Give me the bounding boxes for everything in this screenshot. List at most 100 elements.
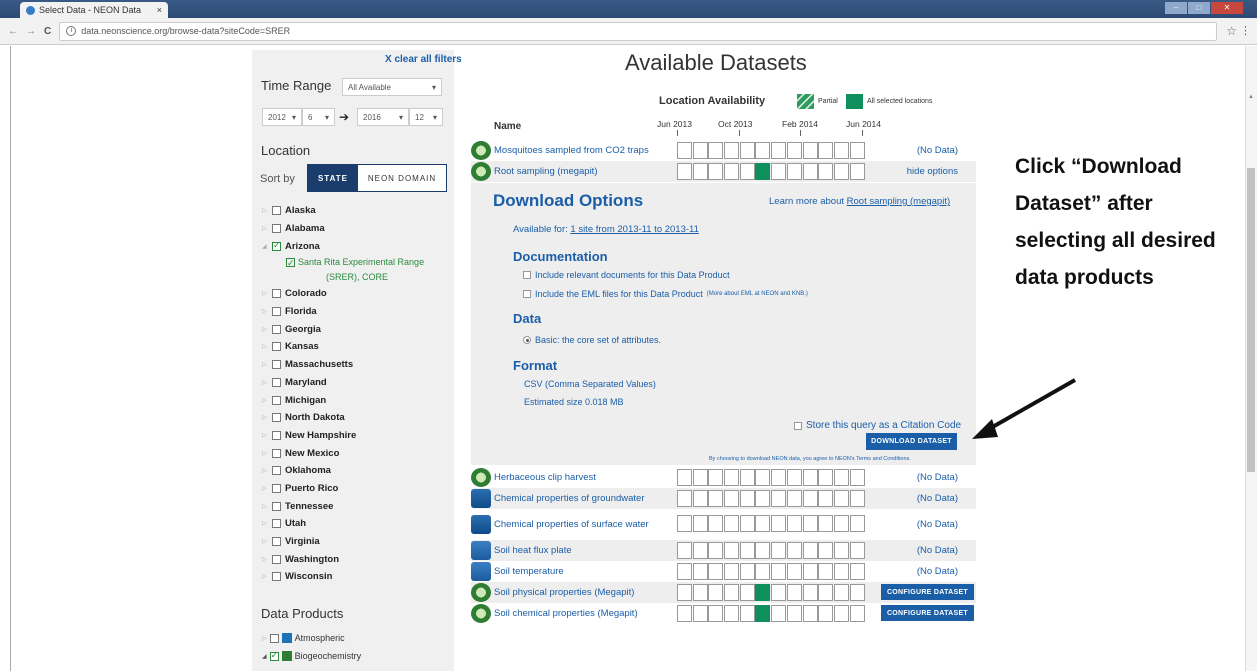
checkbox[interactable] — [269, 650, 279, 661]
eml-more-info[interactable]: (More about EML at NEON and KNB.) — [707, 291, 808, 297]
configure-dataset-button[interactable]: CONFIGURE DATASET — [880, 584, 974, 600]
state-checkbox[interactable] — [272, 466, 281, 476]
collapse-arrow-icon[interactable]: ◢ — [262, 653, 267, 660]
site-info-icon[interactable]: i — [66, 26, 77, 36]
state-item[interactable]: ▷ Florida — [262, 303, 450, 321]
tab-close-icon[interactable]: × — [157, 5, 162, 15]
store-query-checkbox[interactable] — [794, 421, 802, 430]
dataset-name-link[interactable]: Soil heat flux plate — [494, 545, 676, 556]
expand-arrow-icon[interactable]: ▷ — [262, 290, 272, 297]
available-sites-link[interactable]: 1 site from 2013-11 to 2013-11 — [570, 224, 699, 235]
sort-state-button[interactable]: STATE — [308, 165, 358, 191]
dp-item-biogeochemistry[interactable]: ◢ Biogeochemistry — [262, 650, 361, 661]
expand-arrow-icon[interactable]: ▷ — [262, 326, 272, 333]
state-checkbox[interactable] — [272, 206, 281, 216]
dataset-name-link[interactable]: Soil physical properties (Megapit) — [494, 587, 676, 598]
state-item[interactable]: ▷ Tennessee — [262, 497, 450, 515]
state-checkbox[interactable] — [272, 377, 281, 387]
state-item[interactable]: ▷ Kansas — [262, 338, 450, 356]
dataset-name-link[interactable]: Soil chemical properties (Megapit) — [494, 608, 676, 619]
expand-arrow-icon[interactable]: ▷ — [262, 520, 272, 527]
state-item[interactable]: ▷ Michigan — [262, 391, 450, 409]
state-checkbox[interactable] — [272, 554, 281, 564]
expand-arrow-icon[interactable]: ▷ — [262, 207, 272, 214]
state-item[interactable]: ▷ Puerto Rico — [262, 480, 450, 498]
dataset-name-link[interactable]: Root sampling (megapit) — [494, 166, 676, 177]
browser-menu-icon[interactable]: ⋮ — [1240, 24, 1251, 37]
include-eml-checkbox[interactable] — [523, 290, 531, 298]
state-checkbox[interactable] — [272, 537, 281, 547]
state-item[interactable]: ▷ Colorado — [262, 285, 450, 303]
state-item[interactable]: ▷ Washington — [262, 550, 450, 568]
state-checkbox[interactable] — [272, 413, 281, 423]
expand-arrow-icon[interactable]: ▷ — [262, 397, 272, 404]
expand-arrow-icon[interactable]: ▷ — [262, 503, 272, 510]
include-eml-option[interactable]: Include the EML files for this Data Prod… — [523, 289, 808, 299]
state-item[interactable]: ▷ Alabama — [262, 220, 450, 238]
state-checkbox[interactable] — [272, 430, 281, 440]
state-item[interactable]: ▷ New Mexico — [262, 444, 450, 462]
browser-tab[interactable]: Select Data - NEON Data × — [20, 2, 168, 18]
start-year-select[interactable]: 2012 ▾ — [262, 108, 302, 126]
dataset-row[interactable]: Chemical properties of groundwater (No Da… — [471, 488, 976, 509]
state-checkbox[interactable] — [272, 572, 281, 582]
dataset-row[interactable]: Soil heat flux plate (No Data) — [471, 540, 976, 561]
checkbox[interactable] — [269, 633, 279, 643]
include-docs-checkbox[interactable] — [523, 271, 531, 279]
dataset-row[interactable]: Soil temperature (No Data) — [471, 561, 976, 582]
dataset-name-link[interactable]: Mosquitoes sampled from CO2 traps — [494, 145, 676, 156]
state-item[interactable]: ▷ Maryland — [262, 374, 450, 392]
collapse-arrow-icon[interactable]: ◢ — [262, 243, 272, 250]
basic-package-option[interactable]: Basic: the core set of attributes. — [523, 335, 661, 345]
expand-arrow-icon[interactable]: ▷ — [262, 467, 272, 474]
expand-arrow-icon[interactable]: ▷ — [262, 635, 267, 642]
expand-arrow-icon[interactable]: ▷ — [262, 432, 272, 439]
start-month-select[interactable]: 6 ▾ — [302, 108, 335, 126]
state-checkbox[interactable] — [272, 501, 281, 511]
expand-arrow-icon[interactable]: ▷ — [262, 556, 272, 563]
dataset-row[interactable]: Chemical properties of surface water (No … — [471, 509, 976, 539]
page-scrollbar[interactable]: ▲ — [1245, 46, 1257, 671]
learn-more-link[interactable]: Learn more about Root sampling (megapit) — [769, 196, 950, 207]
clear-filters-link[interactable]: X clear all filters — [385, 54, 462, 65]
dataset-row[interactable]: Mosquitoes sampled from CO2 traps (No Dat… — [471, 140, 976, 161]
state-checkbox[interactable] — [272, 448, 281, 458]
reload-icon[interactable]: C — [44, 26, 51, 37]
site-checkbox[interactable] — [286, 256, 295, 271]
dataset-name-link[interactable]: Herbaceous clip harvest — [494, 472, 676, 483]
dataset-row[interactable]: Root sampling (megapit) hide options — [471, 161, 976, 182]
scroll-thumb[interactable] — [1247, 168, 1255, 472]
state-checkbox[interactable] — [272, 342, 281, 352]
minimize-icon[interactable]: – — [1165, 2, 1187, 14]
dataset-name-link[interactable]: Chemical properties of surface water — [494, 519, 676, 530]
state-item[interactable]: ▷ Wisconsin — [262, 568, 450, 586]
maximize-icon[interactable]: □ — [1188, 2, 1210, 14]
scroll-up-icon[interactable]: ▲ — [1248, 94, 1254, 100]
include-docs-option[interactable]: Include relevant documents for this Data… — [523, 270, 730, 280]
hide-options-link[interactable]: hide options — [907, 166, 958, 177]
dp-item-atmospheric[interactable]: ▷ Atmospheric — [262, 633, 345, 643]
state-checkbox[interactable] — [272, 324, 281, 334]
expand-arrow-icon[interactable]: ▷ — [262, 361, 272, 368]
bookmark-star-icon[interactable]: ☆ — [1226, 24, 1237, 38]
state-item[interactable]: ▷ Oklahoma — [262, 462, 450, 480]
sort-domain-button[interactable]: NEON DOMAIN — [358, 165, 446, 191]
store-query-option[interactable]: Store this query as a Citation Code — [794, 420, 961, 431]
end-month-select[interactable]: 12 ▾ — [409, 108, 443, 126]
back-icon[interactable]: ← — [8, 26, 18, 37]
window-close-icon[interactable]: ✕ — [1211, 2, 1243, 14]
state-checkbox[interactable] — [272, 395, 281, 405]
expand-arrow-icon[interactable]: ▷ — [262, 538, 272, 545]
state-item[interactable]: ▷ Georgia — [262, 320, 450, 338]
state-checkbox[interactable] — [272, 224, 281, 234]
expand-arrow-icon[interactable]: ▷ — [262, 379, 272, 386]
state-checkbox[interactable] — [272, 240, 281, 251]
learn-more-product-link[interactable]: Root sampling (megapit) — [847, 196, 951, 207]
state-item[interactable]: ▷ New Hampshire — [262, 427, 450, 445]
dataset-row[interactable]: Herbaceous clip harvest (No Data) — [471, 467, 976, 488]
download-dataset-button[interactable]: DOWNLOAD DATASET — [866, 433, 957, 450]
dataset-name-link[interactable]: Chemical properties of groundwater — [494, 493, 676, 504]
state-item[interactable]: ◢ Arizona — [262, 237, 450, 255]
forward-icon[interactable]: → — [26, 26, 36, 37]
site-item-srer[interactable]: Santa Rita Experimental Range (SRER), COR… — [262, 255, 450, 285]
